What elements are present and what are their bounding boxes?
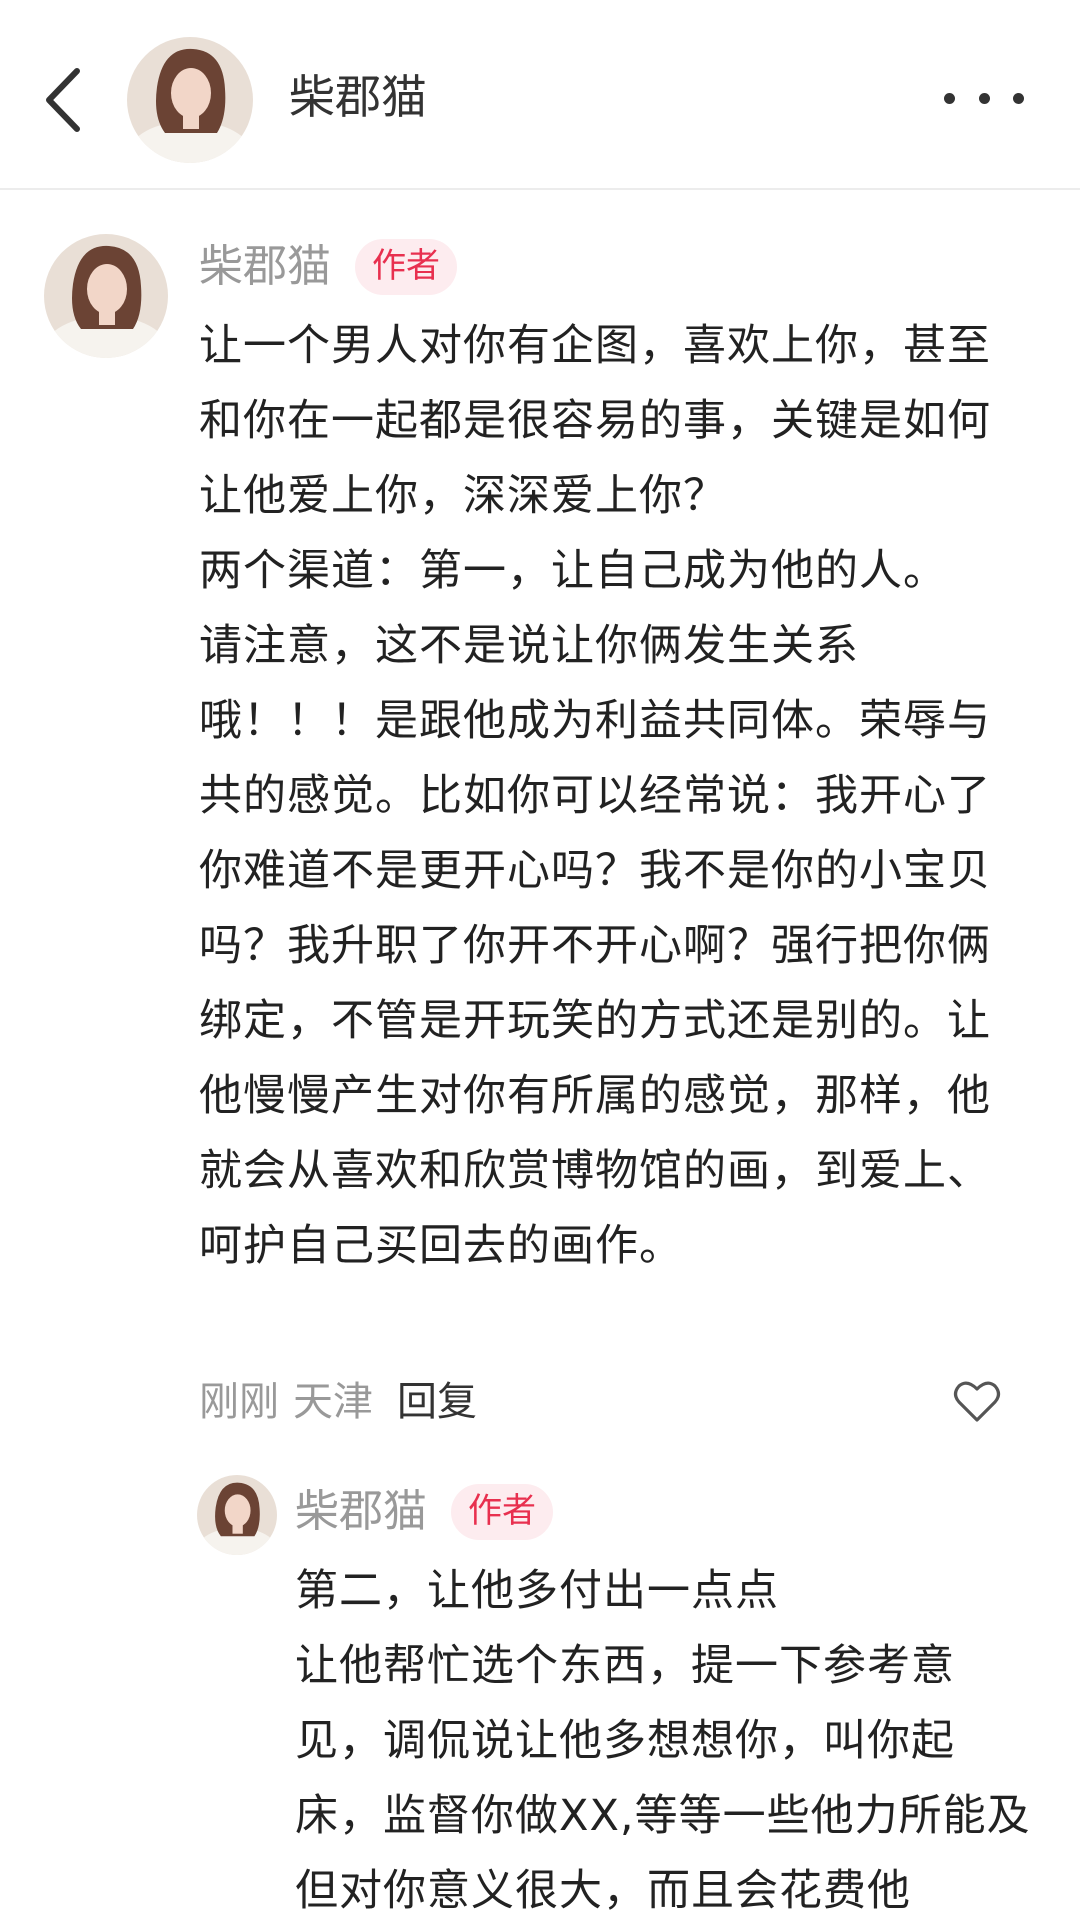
- reply-avatar[interactable]: [197, 1475, 277, 1555]
- more-horizontal-icon: [944, 92, 955, 104]
- chevron-left-icon: [46, 68, 80, 132]
- reply-author-badge: 作者: [451, 1484, 553, 1540]
- comment-author-name[interactable]: 柴郡猫: [199, 237, 331, 297]
- reply-button[interactable]: 回复: [397, 1372, 477, 1432]
- comment-time: 刚刚: [199, 1379, 279, 1425]
- comment-avatar[interactable]: [44, 234, 168, 358]
- heart-outline-icon: [953, 1381, 1001, 1422]
- author-badge: 作者: [355, 239, 457, 295]
- header-title: 柴郡猫: [289, 70, 427, 124]
- header-avatar[interactable]: [127, 37, 253, 163]
- back-button[interactable]: [38, 60, 88, 140]
- more-options-button[interactable]: [944, 78, 1024, 118]
- comment-location: 天津: [293, 1379, 373, 1425]
- reply-author-name[interactable]: 柴郡猫: [295, 1482, 427, 1542]
- like-button[interactable]: [949, 1374, 1005, 1430]
- comment-meta: 刚刚 天津 回复: [199, 1372, 477, 1432]
- comment-text: 让一个男人对你有企图，喜欢上你，甚至和你在一起都是很容易的事，关键是如何让他爱上…: [199, 321, 991, 1271]
- reply-text: 第二，让他多付出一点点 让他帮忙选个东西，提一下参考意见，调侃说让他多想想你，叫…: [295, 1566, 1031, 1916]
- top-bar: 柴郡猫: [0, 0, 1080, 190]
